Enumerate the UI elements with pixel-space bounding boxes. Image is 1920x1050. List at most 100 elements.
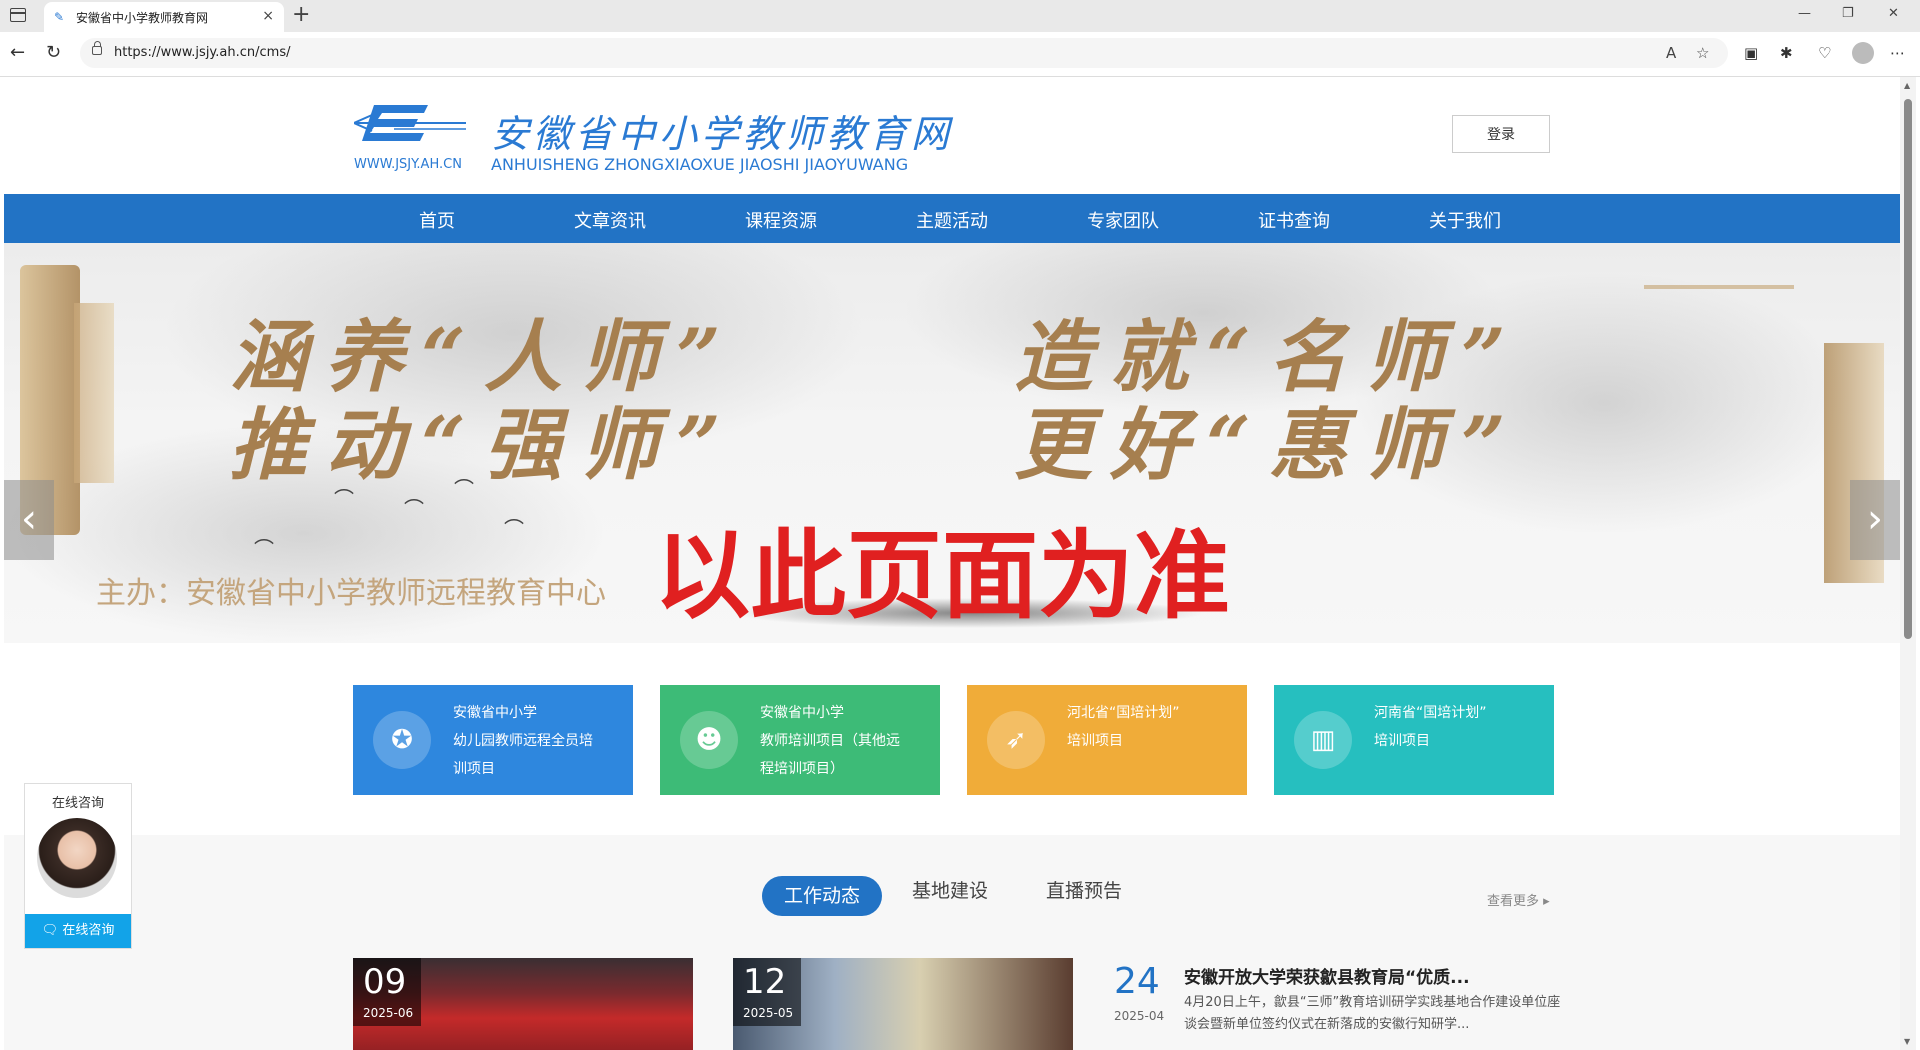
news-date: 12 2025-05: [733, 958, 801, 1026]
extensions-icon[interactable]: ✱: [1780, 44, 1793, 62]
card-line: 培训项目: [1374, 733, 1430, 749]
site-title-cn: 安徽省中小学教师教育网: [491, 112, 954, 156]
tab-actions-icon[interactable]: [10, 8, 26, 22]
login-button[interactable]: 登录: [1452, 115, 1550, 153]
read-aloud-icon[interactable]: A: [1666, 44, 1676, 62]
site-abbr: WWW.JSJY.AH.CN: [354, 157, 462, 172]
address-bar: ← ↻ https://www.jsjy.ah.cn/cms/ A ☆ ▣ ✱ …: [0, 32, 1920, 77]
site-title-en: ANHUISHENG ZHONGXIAOXUE JIAOSHI JIAOYUWA…: [491, 155, 909, 174]
new-tab-button[interactable]: +: [292, 2, 310, 27]
bird-icon: ⌒: [504, 517, 524, 541]
slide-dot[interactable]: [955, 704, 964, 713]
project-card-henan[interactable]: ▥ 河南省“国培计划” 培训项目: [1274, 685, 1554, 795]
card-line: 教师培训项目（其他远: [760, 733, 900, 749]
close-window-button[interactable]: ✕: [1888, 6, 1899, 21]
news-headline[interactable]: 安徽开放大学荣获歙县教育局“优质...: [1184, 963, 1470, 988]
card-line: 培训项目: [1067, 733, 1123, 749]
medal-icon: ✪: [373, 711, 431, 769]
minimize-button[interactable]: —: [1798, 6, 1811, 21]
banner-organizer: 主办：安徽省中小学教师远程教育中心: [96, 576, 606, 611]
news-card[interactable]: 12 2025-05: [733, 958, 1073, 1050]
nav-item-courses[interactable]: 课程资源: [745, 207, 817, 233]
news-day: 24: [1114, 961, 1160, 1002]
nav-item-experts[interactable]: 专家团队: [1087, 207, 1159, 233]
decor-pillar-left-2: [74, 303, 114, 483]
news-summary: 4月20日上午，歙县“三师”教育培训研学实践基地合作建设单位座谈会暨新单位签约仪…: [1184, 995, 1561, 1032]
card-text: 河北省“国培计划” 培训项目: [1067, 699, 1237, 755]
refresh-icon[interactable]: ↻: [46, 42, 61, 63]
profile-avatar-icon[interactable]: [1852, 42, 1874, 64]
card-text: 安徽省中小学 幼儿园教师远程全员培 训项目: [453, 699, 623, 783]
nav-item-certificates[interactable]: 证书查询: [1258, 207, 1330, 233]
banner-next-button[interactable]: ›: [1850, 480, 1900, 560]
bird-icon: ⌒: [334, 487, 354, 511]
nav-item-activities[interactable]: 主题活动: [916, 207, 988, 233]
consult-label: 在线咨询: [51, 796, 104, 811]
logo-mark-icon: [354, 105, 466, 141]
browser-essentials-icon[interactable]: ♡: [1818, 44, 1831, 62]
site-logo[interactable]: WWW.JSJY.AH.CN 安徽省中小学教师教育网 ANHUISHENG ZH…: [354, 99, 949, 179]
news-month: 2025-06: [363, 1006, 414, 1020]
tab-title: 安徽省中小学教师教育网: [76, 11, 209, 25]
news-day: 12: [743, 962, 787, 1002]
tab-live-preview[interactable]: 直播预告: [1046, 876, 1122, 903]
consult-button-label: 在线咨询: [62, 923, 115, 938]
card-line: 训项目: [453, 761, 495, 777]
card-line: 程培训项目）: [760, 761, 844, 777]
tab-base-construction[interactable]: 基地建设: [912, 876, 988, 903]
view-more-link[interactable]: 查看更多 ▸: [1487, 890, 1550, 909]
lock-icon[interactable]: [92, 41, 102, 55]
overlay-notice: 以此页面为准: [654, 520, 1230, 632]
news-text-item[interactable]: 24 2025-04 安徽开放大学荣获歙县教育局“优质... 4月20日上午，歙…: [1114, 957, 1564, 1050]
slogan-line2-right: 更好“惠师”: [1014, 400, 1524, 491]
bird-icon: ⌒: [454, 477, 474, 501]
card-line: 安徽省中小学: [453, 705, 537, 721]
favorite-star-icon[interactable]: ☆: [1696, 44, 1709, 62]
bird-icon: ⌒: [254, 537, 274, 561]
project-card-anhui-other[interactable]: ☻ 安徽省中小学 教师培训项目（其他远 程培训项目）: [660, 685, 940, 795]
news-date: 09 2025-06: [353, 958, 421, 1026]
hero-banner[interactable]: 涵养“人师” 造就“名师” 推动“强师” 更好“惠师” ⌒ ⌒ ⌒ ⌒ ⌒ 主办…: [4, 243, 1900, 643]
tab-work-news[interactable]: 工作动态: [762, 876, 882, 916]
site-favicon-icon: ✎: [54, 10, 65, 24]
online-consult-widget: 在线咨询 🗨 在线咨询: [24, 783, 132, 949]
news-card[interactable]: 09 2025-06: [353, 958, 693, 1050]
tab-close-icon[interactable]: ×: [262, 8, 274, 24]
card-text: 安徽省中小学 教师培训项目（其他远 程培训项目）: [760, 699, 930, 783]
scroll-down-icon[interactable]: ▼: [1904, 1037, 1910, 1046]
back-icon[interactable]: ←: [10, 42, 25, 63]
scroll-up-icon[interactable]: ▲: [1904, 81, 1910, 90]
group-icon: ☻: [680, 711, 738, 769]
project-card-hebei[interactable]: ➶ 河北省“国培计划” 培训项目: [967, 685, 1247, 795]
book-icon: ▥: [1294, 711, 1352, 769]
scroll-thumb[interactable]: [1904, 99, 1912, 639]
banner-prev-button[interactable]: ‹: [4, 480, 54, 560]
news-month: 2025-04: [1114, 1009, 1165, 1023]
card-line: 河南省“国培计划”: [1374, 705, 1487, 721]
browser-tab[interactable]: ✎ 安徽省中小学教师教育网 ×: [44, 2, 284, 32]
url-field[interactable]: https://www.jsjy.ah.cn/cms/ A ☆: [80, 38, 1728, 68]
page-scrollbar[interactable]: ▲ ▼: [1900, 77, 1916, 1050]
project-card-anhui-fulltime[interactable]: ✪ 安徽省中小学 幼儿园教师远程全员培 训项目: [353, 685, 633, 795]
decor-line-right: [1644, 285, 1794, 289]
card-text: 河南省“国培计划” 培训项目: [1374, 699, 1544, 755]
url-text[interactable]: https://www.jsjy.ah.cn/cms/: [114, 45, 290, 60]
card-line: 河北省“国培计划”: [1067, 705, 1180, 721]
bird-icon: ⌒: [404, 497, 424, 521]
rocket-icon: ➶: [987, 711, 1045, 769]
consult-button[interactable]: 🗨 在线咨询: [25, 914, 131, 948]
card-line: 安徽省中小学: [760, 705, 844, 721]
nav-item-about[interactable]: 关于我们: [1429, 207, 1501, 233]
maximize-button[interactable]: ❐: [1842, 6, 1854, 21]
nav-item-home[interactable]: 首页: [419, 207, 455, 233]
slogan-line2-left: 推动“强师”: [229, 400, 739, 491]
collections-icon[interactable]: ▣: [1744, 44, 1758, 62]
consultant-avatar: [37, 818, 117, 898]
card-line: 幼儿园教师远程全员培: [453, 733, 593, 749]
browser-tab-bar: ✎ 安徽省中小学教师教育网 × + — ❐ ✕: [0, 0, 1920, 32]
news-month: 2025-05: [743, 1006, 794, 1020]
main-nav: 首页 文章资讯 课程资源 主题活动 专家团队 证书查询 关于我们: [4, 194, 1900, 243]
more-menu-icon[interactable]: ⋯: [1890, 44, 1905, 62]
nav-item-articles[interactable]: 文章资讯: [574, 207, 646, 233]
web-page: WWW.JSJY.AH.CN 安徽省中小学教师教育网 ANHUISHENG ZH…: [4, 77, 1900, 1050]
